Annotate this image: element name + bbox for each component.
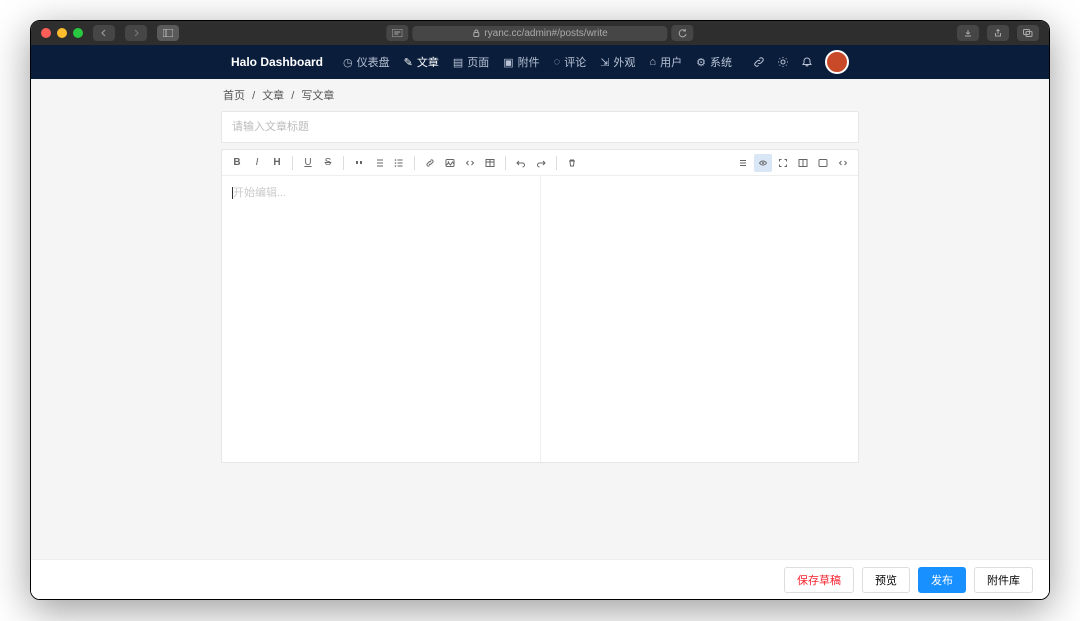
app-header: Halo Dashboard ◷ 仪表盘 ✎ 文章 ▤ 页面 ▣ 附件 ◌评论 ⇲ 外观 … [31,45,1049,79]
save-draft-button[interactable]: 保存草稿 [784,567,854,593]
table-button[interactable] [481,154,499,172]
nav-attachments[interactable]: ▣ 附件 [503,54,539,70]
nav-item-label: 页面 [467,54,489,70]
editor-placeholder: 开始编辑... [233,187,286,199]
html-button[interactable] [834,154,852,172]
undo-button[interactable] [512,154,530,172]
editor-container: B I H U S [221,149,859,463]
code-button[interactable] [461,154,479,172]
nav-skin[interactable]: ⇲ 外观 [600,54,635,70]
post-title-input[interactable] [221,111,859,143]
lock-icon [472,29,480,37]
ordered-list-button[interactable] [370,154,388,172]
fullscreen-button[interactable] [774,154,792,172]
help-button[interactable] [814,154,832,172]
outline-button[interactable] [734,154,752,172]
heading-button[interactable]: H [268,154,286,172]
underline-button[interactable]: U [299,154,317,172]
address-bar[interactable]: ryanc.cc/admin#/posts/write [412,26,667,41]
user-icon: ⌂ [649,56,656,68]
main-nav: ◷ 仪表盘 ✎ 文章 ▤ 页面 ▣ 附件 ◌评论 ⇲ 外观 ⌂ 用户 ⚙ 系统 [343,54,732,70]
unordered-list-button[interactable] [390,154,408,172]
tabs-button[interactable] [1017,25,1039,41]
action-bar: 保存草稿 预览 发布 附件库 [31,559,1049,599]
dashboard-icon: ◷ [343,56,353,69]
downloads-button[interactable] [957,25,979,41]
editor-pane[interactable]: 开始编辑... [222,176,541,462]
skin-icon: ⇲ [600,56,609,69]
italic-button[interactable]: I [248,154,266,172]
nav-item-label: 外观 [613,54,635,70]
sidebar-toggle-button[interactable] [157,25,179,41]
maximize-window-button[interactable] [73,28,83,38]
nav-item-label: 仪表盘 [357,54,390,70]
page-icon: ▤ [453,56,463,69]
breadcrumb-home[interactable]: 首页 [223,90,245,102]
bold-button[interactable]: B [228,154,246,172]
refresh-button[interactable] [672,25,694,41]
back-button[interactable] [93,25,115,41]
nav-comments[interactable]: ◌评论 [554,54,587,70]
settings-icon: ⚙ [696,56,706,69]
strike-button[interactable]: S [319,154,337,172]
publish-button[interactable]: 发布 [918,567,966,593]
link-icon[interactable] [753,56,765,68]
nav-pages[interactable]: ▤ 页面 [453,54,489,70]
folder-icon: ▣ [503,56,513,69]
nav-system[interactable]: ⚙ 系统 [696,54,732,70]
delete-button[interactable] [563,154,581,172]
nav-item-label: 文章 [417,54,439,70]
breadcrumb: 首页 / 文章 / 写文章 [221,79,859,111]
preview-button[interactable]: 预览 [862,567,910,593]
macos-titlebar: ryanc.cc/admin#/posts/write [31,21,1049,45]
link-button[interactable] [421,154,439,172]
nav-item-label: 附件 [518,54,540,70]
gear-icon[interactable] [777,56,789,68]
nav-item-label: 用户 [660,54,682,70]
bell-icon[interactable] [801,56,813,68]
minimize-window-button[interactable] [57,28,67,38]
address-bar-url: ryanc.cc/admin#/posts/write [484,28,607,39]
preview-pane [541,176,859,462]
attachments-button[interactable]: 附件库 [974,567,1033,593]
nav-item-label: 系统 [710,54,732,70]
redo-button[interactable] [532,154,550,172]
close-window-button[interactable] [41,28,51,38]
editor-toolbar: B I H U S [222,150,858,176]
reader-icon[interactable] [386,25,408,41]
forward-button[interactable] [125,25,147,41]
side-by-side-button[interactable] [794,154,812,172]
share-button[interactable] [987,25,1009,41]
image-button[interactable] [441,154,459,172]
preview-toggle-button[interactable] [754,154,772,172]
edit-icon: ✎ [404,56,413,69]
nav-users[interactable]: ⌂ 用户 [649,54,682,70]
nav-dashboard[interactable]: ◷ 仪表盘 [343,54,390,70]
avatar[interactable] [825,50,849,74]
comment-icon: ◌ [554,56,561,68]
brand-logo[interactable]: Halo Dashboard [231,55,323,69]
breadcrumb-section[interactable]: 文章 [262,90,284,102]
quote-button[interactable] [350,154,368,172]
nav-posts[interactable]: ✎ 文章 [404,54,439,70]
breadcrumb-current: 写文章 [301,90,334,102]
nav-item-label: 评论 [564,54,586,70]
